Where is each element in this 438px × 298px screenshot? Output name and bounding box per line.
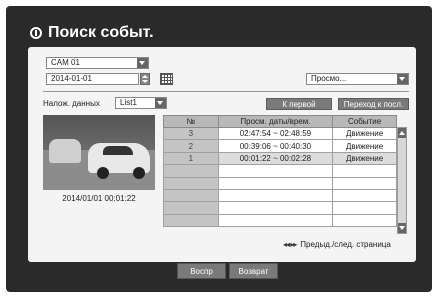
table-row-empty: [163, 213, 397, 228]
event-table: № Просм. даты/врем. Событие 3 02:47:54 ~…: [163, 115, 397, 228]
table-row-empty: [163, 188, 397, 203]
preview-car-wheel: [97, 167, 109, 179]
preview-car-window: [103, 146, 133, 155]
overlap-label: Налож. данных: [43, 99, 100, 108]
chevron-down-icon[interactable]: [137, 58, 148, 68]
video-preview: [43, 115, 155, 190]
scroll-down-icon[interactable]: [398, 223, 406, 233]
first-page-button[interactable]: К первой: [266, 98, 332, 110]
overlap-select[interactable]: List1: [115, 97, 167, 109]
row-time: 00:01:22 ~ 00:02:28: [217, 151, 334, 166]
table-row-empty: [163, 176, 397, 190]
chevron-down-icon[interactable]: [155, 98, 166, 108]
preview-car-far: [49, 139, 81, 163]
calendar-icon[interactable]: [160, 73, 173, 85]
dialog-title: Поиск событ.: [30, 24, 154, 42]
date-stepper[interactable]: [140, 73, 150, 85]
overlap-select-value: List1: [120, 98, 137, 107]
table-scrollbar[interactable]: [397, 127, 407, 234]
row-event: Движение: [332, 126, 397, 141]
row-event: Движение: [332, 151, 397, 166]
mode-select-value: Просмо...: [311, 74, 347, 83]
date-field[interactable]: 2014-01-01: [46, 73, 139, 85]
back-button[interactable]: Возврат: [229, 263, 278, 279]
pager-label: Предыд./след. страница: [300, 240, 391, 249]
camera-select-value: CAM 01: [51, 58, 80, 67]
row-event: Движение: [332, 139, 397, 153]
camera-select[interactable]: CAM 01: [46, 57, 149, 69]
divider: [43, 91, 409, 92]
chevron-down-icon[interactable]: [397, 74, 408, 84]
row-number: 3: [163, 126, 219, 141]
row-number: 2: [163, 139, 219, 153]
row-time: 02:47:54 ~ 02:48:59: [217, 126, 334, 141]
dialog-title-text: Поиск событ.: [48, 24, 154, 41]
stepper-down-icon[interactable]: [142, 80, 148, 83]
pager[interactable]: ◂◂ ▸▸ Предыд./след. страница: [283, 240, 391, 249]
table-row[interactable]: 2 00:39:06 ~ 00:40:30 Движение: [163, 139, 397, 153]
mode-select[interactable]: Просмо...: [306, 73, 409, 85]
table-row-empty: [163, 201, 397, 215]
stepper-up-icon[interactable]: [142, 75, 148, 78]
scroll-up-icon[interactable]: [398, 128, 406, 138]
row-number: 1: [163, 151, 219, 166]
column-header-number: №: [163, 115, 219, 128]
column-header-time: Просм. даты/врем.: [217, 115, 334, 128]
date-field-value: 2014-01-01: [51, 74, 92, 83]
page-arrows-icon[interactable]: ◂◂ ▸▸: [283, 240, 297, 249]
table-row-selected[interactable]: 1 00:01:22 ~ 00:02:28 Движение: [163, 151, 397, 166]
column-header-event: Событие: [332, 115, 397, 128]
table-row[interactable]: 3 02:47:54 ~ 02:48:59 Движение: [163, 126, 397, 141]
row-time: 00:39:06 ~ 00:40:30: [217, 139, 334, 153]
preview-timestamp: 2014/01/01 00:01:22: [62, 194, 136, 203]
table-row-empty: [163, 164, 397, 178]
goto-last-button[interactable]: Переход к посл.: [338, 98, 409, 110]
play-button[interactable]: Воспр: [177, 263, 226, 279]
preview-car-wheel: [133, 167, 145, 179]
info-icon: [30, 27, 42, 39]
